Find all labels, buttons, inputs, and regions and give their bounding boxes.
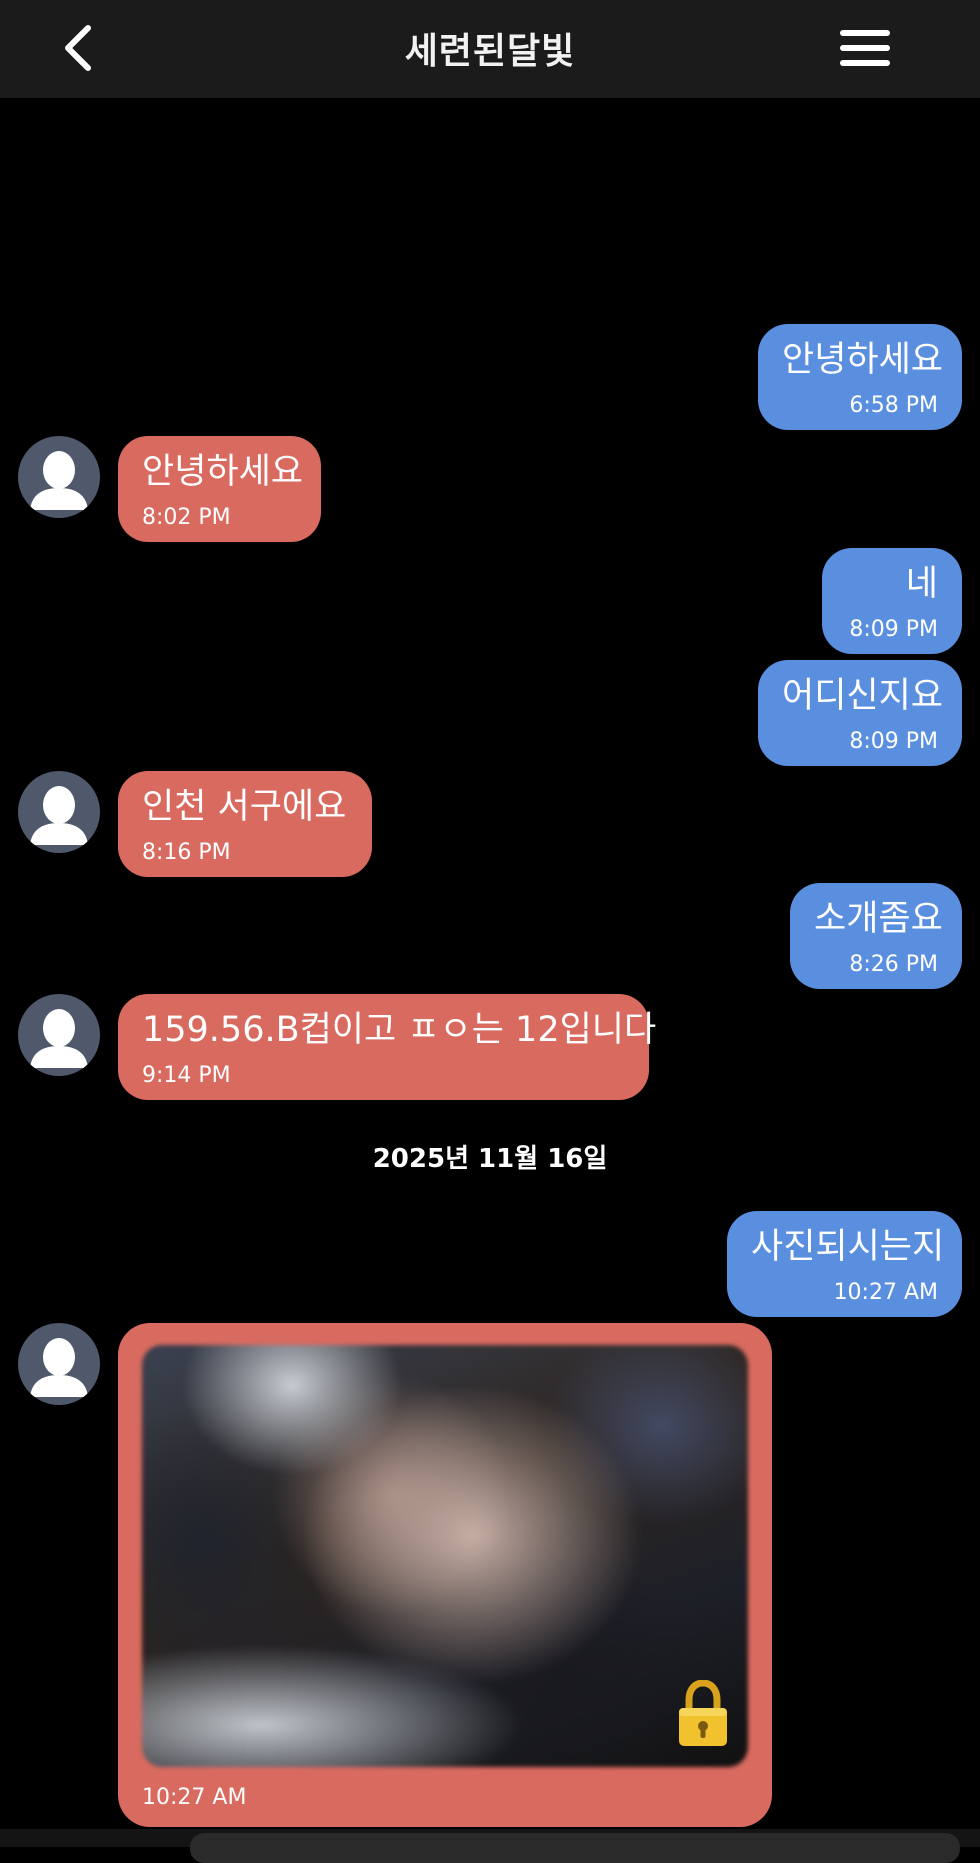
default-user-icon (30, 451, 88, 510)
lock-icon[interactable] (676, 1680, 730, 1748)
message-bubble-sent[interactable]: 어디신지요 8:09 PM (758, 660, 962, 766)
message-bubble-received[interactable]: 159.56.B컵이고 ㅍㅇ는 12입니다 9:14 PM (118, 994, 657, 1100)
message-time: 9:14 PM (142, 1063, 231, 1088)
photo-message-bubble[interactable]: 10:27 AM (118, 1323, 772, 1827)
message-text: 소개좀요 (814, 899, 943, 939)
message-text: 어디신지요 (782, 676, 944, 716)
avatar[interactable] (18, 771, 100, 853)
message-text: 인천 서구에요 (142, 787, 347, 827)
message-bubble-received[interactable]: 안녕하세요 8:02 PM (118, 436, 321, 542)
message-text: 안녕하세요 (782, 340, 944, 380)
message-bubble-sent[interactable]: 사진되시는지 10:27 AM (727, 1211, 962, 1317)
message-time: 8:26 PM (849, 952, 938, 977)
avatar[interactable] (18, 436, 100, 518)
message-time: 8:09 PM (849, 617, 938, 642)
default-user-icon (30, 1009, 88, 1068)
message-bubble-sent[interactable]: 네 8:09 PM (822, 548, 962, 654)
avatar[interactable] (18, 994, 100, 1076)
message-time: 8:02 PM (142, 505, 231, 530)
date-separator: 2025년 11월 16일 (372, 1144, 608, 1174)
locked-photo-thumbnail[interactable] (142, 1345, 748, 1767)
message-time: 8:09 PM (849, 729, 938, 754)
chat-title: 세련된달빛 (404, 31, 576, 72)
menu-button[interactable] (836, 24, 894, 72)
default-user-icon (30, 786, 88, 845)
message-bubble-received[interactable]: 인천 서구에요 8:16 PM (118, 771, 372, 877)
avatar[interactable] (18, 1323, 100, 1405)
message-bubble-sent[interactable]: 소개좀요 8:26 PM (790, 883, 962, 989)
default-user-icon (30, 1338, 88, 1397)
hamburger-menu-icon (840, 30, 890, 66)
message-time: 6:58 PM (849, 393, 938, 418)
message-text: 사진되시는지 (751, 1227, 945, 1267)
message-input[interactable] (190, 1833, 960, 1863)
top-bar: 세련된달빛 (0, 0, 980, 98)
message-text: 안녕하세요 (142, 452, 304, 492)
message-time: 8:16 PM (142, 840, 231, 865)
message-time: 10:27 AM (142, 1785, 247, 1810)
message-bubble-sent[interactable]: 안녕하세요 6:58 PM (758, 324, 962, 430)
message-text: 159.56.B컵이고 ㅍㅇ는 12입니다 (142, 1010, 657, 1050)
message-text: 네 (905, 564, 938, 604)
message-time: 10:27 AM (833, 1280, 938, 1305)
